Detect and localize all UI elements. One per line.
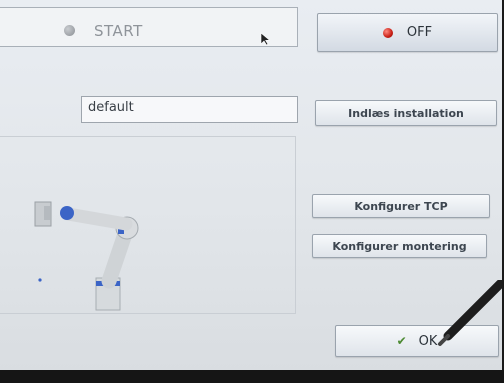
- load-installation-button[interactable]: Indlæs installation: [315, 100, 497, 126]
- status-label: START: [94, 22, 143, 40]
- power-led-icon: [382, 27, 393, 38]
- stylus-pen: [438, 280, 502, 346]
- check-icon: ✔: [396, 334, 407, 348]
- screen-bezel: [0, 370, 504, 383]
- power-off-button[interactable]: OFF: [317, 13, 498, 52]
- cursor-icon: [260, 32, 271, 46]
- robot-arm-icon: [34, 201, 139, 311]
- configure-mounting-button[interactable]: Konfigurer montering: [312, 234, 487, 258]
- installation-name-field[interactable]: default: [81, 96, 298, 123]
- power-off-label: OFF: [406, 25, 433, 40]
- status-dot-icon: [64, 25, 75, 36]
- installation-screen: START OFF default Indlæs installation Ko…: [0, 0, 502, 372]
- configure-tcp-button[interactable]: Konfigurer TCP: [312, 194, 490, 218]
- status-box: START: [0, 7, 298, 47]
